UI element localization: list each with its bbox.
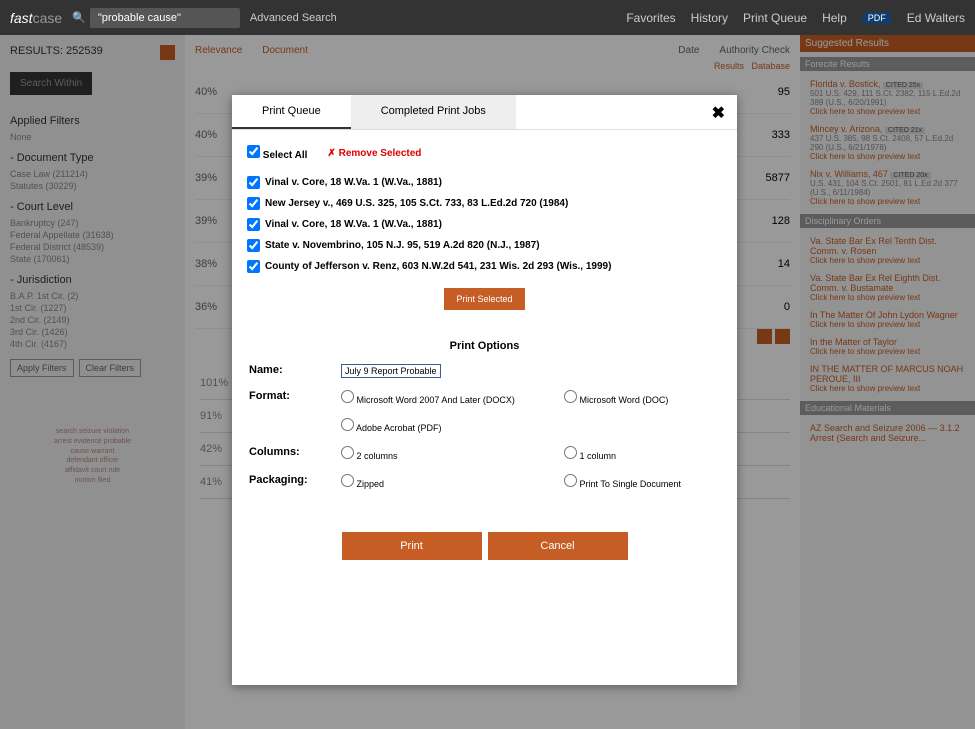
columns-label: Columns: [249, 441, 339, 467]
case-checkbox[interactable] [247, 239, 260, 252]
case-checkbox[interactable] [247, 197, 260, 210]
case-checkbox[interactable] [247, 260, 260, 273]
logo: fastcase [10, 10, 62, 26]
cancel-button[interactable]: Cancel [488, 532, 628, 560]
search-input[interactable] [90, 8, 240, 28]
case-item: Vinal v. Core, 18 W.Va. 1 (W.Va., 1881) [247, 218, 722, 231]
case-checkbox[interactable] [247, 218, 260, 231]
case-item: State v. Novembrino, 105 N.J. 95, 519 A.… [247, 239, 722, 252]
advanced-search-link[interactable]: Advanced Search [250, 12, 337, 24]
print-options-heading: Print Options [247, 340, 722, 352]
select-all-checkbox[interactable] [247, 145, 260, 158]
case-list: Vinal v. Core, 18 W.Va. 1 (W.Va., 1881) … [247, 176, 722, 273]
search-icon: 🔍 [72, 11, 86, 24]
print-selected-button[interactable]: Print Selected [444, 288, 524, 310]
format-docx-radio[interactable] [341, 390, 354, 403]
columns-1-radio[interactable] [564, 446, 577, 459]
case-checkbox[interactable] [247, 176, 260, 189]
case-item: New Jersey v., 469 U.S. 325, 105 S.Ct. 7… [247, 197, 722, 210]
close-icon[interactable]: ✖ [712, 103, 725, 123]
print-queue-modal: ✖ Print Queue Completed Print Jobs Selec… [232, 95, 737, 685]
case-item: Vinal v. Core, 18 W.Va. 1 (W.Va., 1881) [247, 176, 722, 189]
select-all-label: Select All [263, 150, 308, 161]
packaging-label: Packaging: [249, 469, 339, 495]
format-doc-radio[interactable] [564, 390, 577, 403]
print-queue-link[interactable]: Print Queue [743, 11, 807, 25]
columns-2-radio[interactable] [341, 446, 354, 459]
favorites-link[interactable]: Favorites [626, 11, 675, 25]
name-input[interactable] [341, 364, 441, 378]
pdf-badge: PDF [862, 12, 892, 24]
packaging-single-radio[interactable] [564, 474, 577, 487]
tab-print-queue[interactable]: Print Queue [232, 95, 351, 129]
history-link[interactable]: History [691, 11, 728, 25]
format-label: Format: [249, 385, 339, 411]
print-button[interactable]: Print [342, 532, 482, 560]
help-link[interactable]: Help [822, 11, 847, 25]
top-nav-bar: fastcase 🔍 Advanced Search Favorites His… [0, 0, 975, 35]
name-label: Name: [249, 359, 339, 383]
tab-completed-jobs[interactable]: Completed Print Jobs [351, 95, 516, 129]
username-label: Ed Walters [907, 11, 965, 25]
format-pdf-radio[interactable] [341, 418, 354, 431]
remove-selected-link[interactable]: ✗ Remove Selected [327, 148, 421, 159]
packaging-zipped-radio[interactable] [341, 474, 354, 487]
case-item: County of Jefferson v. Renz, 603 N.W.2d … [247, 260, 722, 273]
